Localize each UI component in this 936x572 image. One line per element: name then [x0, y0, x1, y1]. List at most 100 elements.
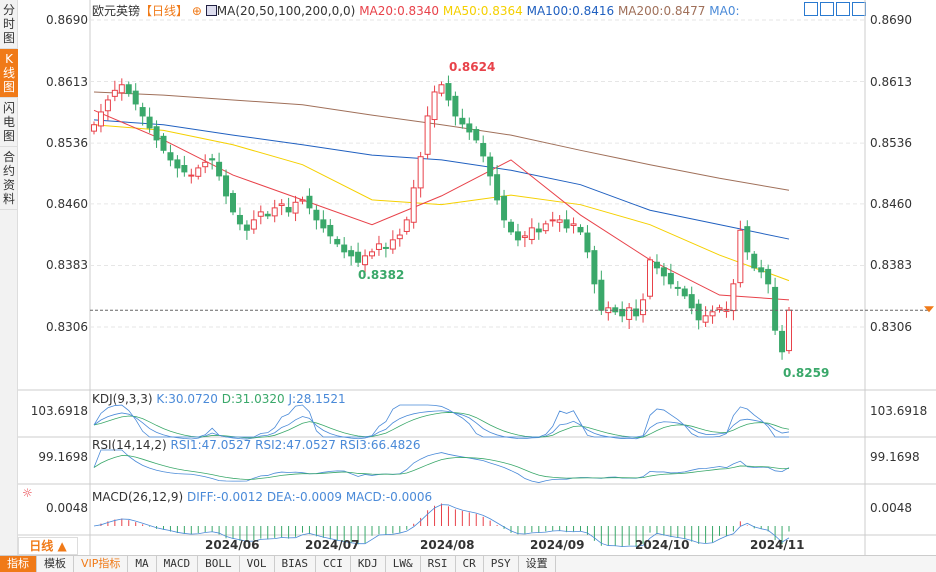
rsi-legend: RSI(14,14,2) RSI1:47.0527 RSI2:47.0527 R…	[92, 438, 421, 452]
candle-body	[758, 267, 765, 273]
rsi2-line	[93, 455, 790, 480]
candle-body	[494, 174, 501, 201]
rsi-axis-left: 99.1698	[38, 450, 88, 464]
toolbar-item[interactable]: 设置	[519, 556, 556, 572]
candle-body	[487, 156, 494, 177]
toolbar-item[interactable]: VIP指标	[74, 556, 129, 572]
candle-body	[313, 209, 320, 221]
date-tick: 2024/11	[750, 538, 805, 552]
candle-body	[730, 283, 737, 312]
toolbar-item[interactable]: KDJ	[351, 556, 386, 572]
toolbar-item[interactable]: 模板	[37, 556, 74, 572]
candle-body	[334, 238, 341, 245]
toolbar-item[interactable]: BIAS	[275, 556, 317, 572]
candle-body	[431, 91, 438, 121]
candle-body	[292, 201, 299, 214]
candle-body	[716, 307, 723, 310]
candle-body	[695, 303, 702, 321]
candle-body	[737, 229, 744, 284]
candle-body	[257, 211, 264, 217]
candle-body	[167, 152, 174, 161]
candle-body	[452, 95, 459, 117]
kdj-j: J:28.1521	[288, 392, 346, 406]
toolbar-item[interactable]: BOLL	[198, 556, 240, 572]
candle-body	[160, 135, 167, 151]
candle-body	[424, 115, 431, 155]
candle-body	[306, 195, 313, 209]
candle-body	[480, 143, 487, 157]
candle-body	[396, 234, 403, 240]
candle-body	[521, 235, 528, 238]
candle-body	[584, 232, 591, 253]
candle-body	[647, 259, 653, 297]
candle-body	[299, 199, 306, 202]
candle-body	[681, 288, 688, 297]
candle-body	[174, 159, 181, 169]
toolbar-item[interactable]: MA	[128, 556, 157, 572]
candle-body	[501, 195, 508, 221]
candle-body	[139, 107, 146, 117]
candle-body	[772, 286, 779, 331]
macd-axis-right: 0.0048	[870, 501, 912, 515]
candle-body	[223, 175, 230, 197]
candle-body	[674, 286, 681, 289]
toolbar-item[interactable]: CR	[456, 556, 484, 572]
candle-body	[243, 224, 250, 231]
candle-body	[751, 253, 758, 269]
candle-body	[181, 165, 188, 173]
candle-body	[445, 83, 452, 101]
candle-body	[598, 279, 605, 311]
candle-body	[626, 307, 633, 320]
kdj-label: KDJ(9,3,3)	[92, 392, 153, 406]
kdj-axis-right: 103.6918	[870, 404, 928, 418]
macd-axis-left: 0.0048	[46, 501, 88, 515]
candle-body	[369, 251, 375, 257]
candle-body	[341, 244, 348, 253]
toolbar-item[interactable]: MACD	[157, 556, 199, 572]
candle-body	[389, 239, 396, 250]
settings-sun-icon[interactable]: ☼	[22, 486, 33, 500]
toolbar-item[interactable]: CCI	[316, 556, 351, 572]
candle-body	[563, 219, 570, 229]
rsi2: RSI2:47.0527	[255, 438, 336, 452]
kdj-axis-left: 103.6918	[30, 404, 88, 418]
ma50-line	[93, 124, 790, 282]
period-selector[interactable]: 日线 ▲	[18, 537, 78, 555]
candle-body	[111, 89, 118, 97]
price-chart[interactable]	[0, 0, 936, 555]
date-tick: 2024/06	[205, 538, 260, 552]
candle-body	[118, 84, 125, 94]
toolbar-item[interactable]: LW&	[386, 556, 421, 572]
candle-body	[375, 243, 382, 250]
current-price-marker-icon	[924, 306, 934, 313]
candle-body	[188, 174, 195, 177]
candle-body	[591, 250, 598, 285]
toolbar-item[interactable]: VOL	[240, 556, 275, 572]
candle-body	[91, 124, 97, 132]
candle-body	[709, 311, 716, 317]
kdj-k: K:30.0720	[156, 392, 218, 406]
candle-body	[153, 126, 160, 141]
candle-body	[786, 309, 792, 352]
toolbar-item[interactable]: PSY	[484, 556, 519, 572]
candle-body	[528, 227, 535, 240]
candle-body	[577, 226, 584, 233]
candle-body	[327, 224, 334, 237]
candle-body	[320, 219, 327, 229]
candle-body	[202, 161, 209, 168]
toolbar-item[interactable]: 指标	[0, 556, 37, 572]
rsi3: RSI3:66.4826	[339, 438, 421, 452]
candle-body	[640, 299, 647, 316]
candle-body	[355, 251, 362, 263]
toolbar-item[interactable]: RSI	[421, 556, 456, 572]
rsi1: RSI1:47.0527	[170, 438, 252, 452]
candle-body	[779, 330, 786, 353]
candle-body	[403, 219, 410, 232]
date-tick: 2024/07	[305, 538, 360, 552]
candle-body	[466, 123, 473, 133]
candle-body	[535, 228, 542, 233]
candle-body	[549, 219, 556, 222]
candle-body	[765, 268, 772, 285]
macd-legend: MACD(26,12,9) DIFF:-0.0012 DEA:-0.0009 M…	[92, 490, 432, 504]
candle-body	[125, 84, 132, 95]
